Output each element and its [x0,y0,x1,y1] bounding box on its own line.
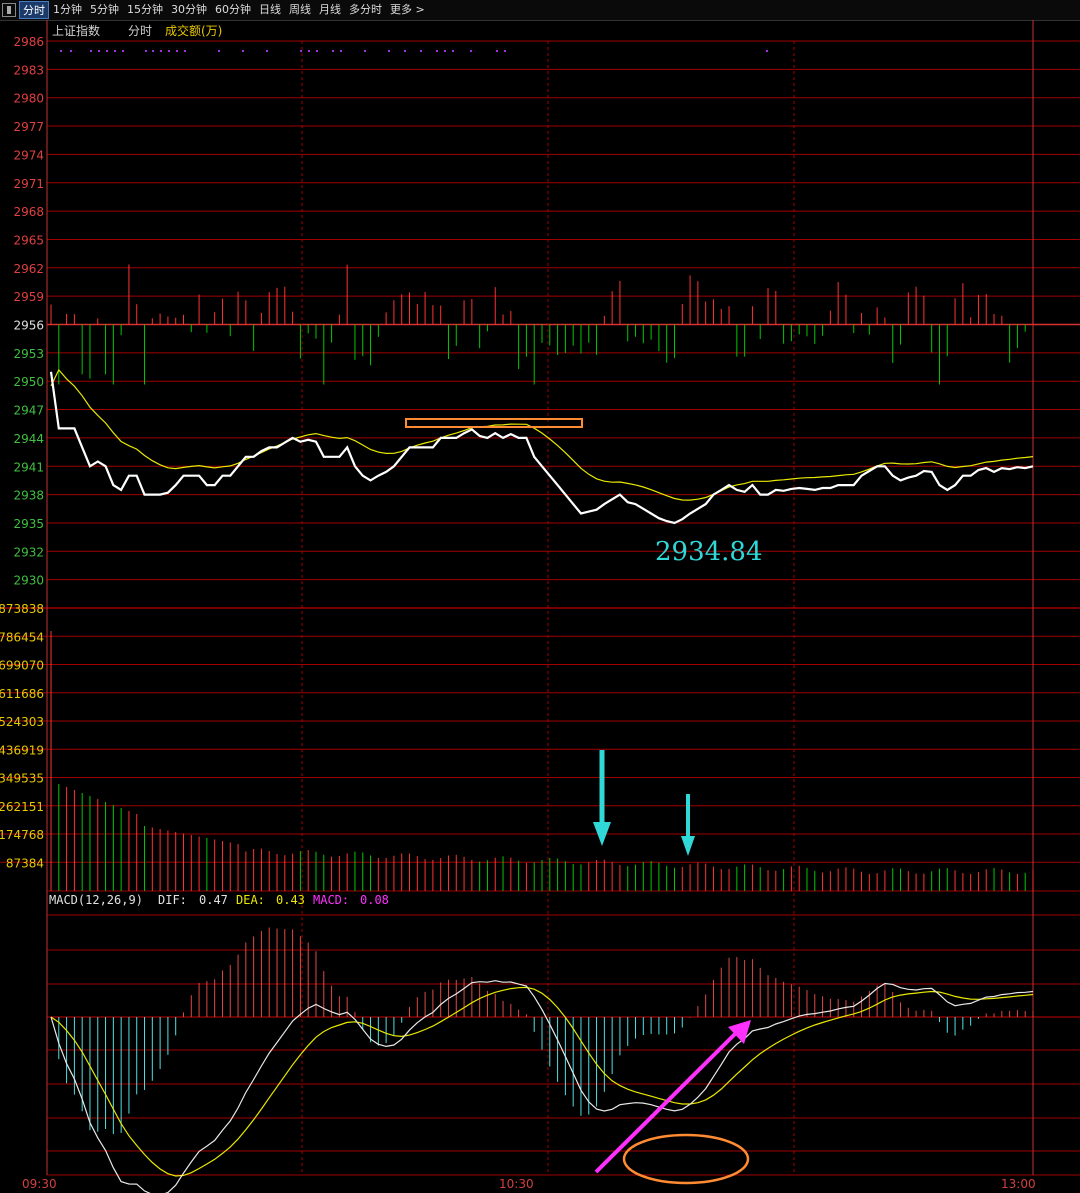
time-label-1300: 13:00 [1001,1177,1036,1191]
volume-bars [50,631,1034,891]
signal-dot [60,50,62,52]
price-tick: 2971 [13,177,44,191]
signal-dot [184,50,186,52]
time-label-1030: 10:30 [499,1177,534,1191]
signal-dot [122,50,124,52]
volume-arrow-1 [593,750,611,846]
volume-tick: 873838 [0,602,44,616]
average-price-line [50,368,1034,501]
macd-dif-value: 0.47 [199,893,228,907]
price-tick: 2980 [13,92,44,106]
chart-canvas: 上证指数 分时 成交额(万) 2986298329802977297429712… [0,20,1080,1193]
signal-dot [90,50,92,52]
price-tick: 2986 [13,35,44,49]
signal-dot [300,50,302,52]
dif-line [50,980,1034,1193]
signal-dot [504,50,506,52]
price-tick: 2935 [13,517,44,531]
price-tick: 2944 [13,432,44,446]
price-axis: 2986 2983 2980 2977 2974 2971 2968 2965 2962 2959… [13,35,44,588]
signal-dot [98,50,100,52]
volume-tick: 87384 [6,856,44,870]
signal-dot [420,50,422,52]
macd-trend-arrow [594,1020,751,1174]
signal-dot [218,50,220,52]
signal-dot [452,50,454,52]
price-tick: 2965 [13,233,44,247]
macd-params: MACD(12,26,9) [49,893,143,907]
price-tick: 2941 [13,460,44,474]
signal-dot [168,50,170,52]
price-tick: 2959 [13,290,44,304]
price-line [49,371,1034,525]
signal-dot [340,50,342,52]
price-tick: 2977 [13,120,44,134]
volume-tick: 786454 [0,630,44,644]
signal-dot [152,50,154,52]
signal-dot [436,50,438,52]
dea-line [50,986,1034,1177]
signal-dot [364,50,366,52]
signal-dot [145,50,147,52]
price-tick: 2962 [13,262,44,276]
signal-dot [114,50,116,52]
price-tick: 2930 [13,574,44,588]
price-tick: 2974 [13,148,44,162]
price-tick: 2968 [13,205,44,219]
price-tick: 2983 [13,63,44,77]
signal-dot [70,50,72,52]
signal-dot [444,50,446,52]
macd-divergence-circle [622,1133,750,1185]
volume-tick: 699070 [0,659,44,673]
macd-dea-value: 0.43 [276,893,305,907]
signal-dot [176,50,178,52]
volume-arrow-2 [681,794,695,856]
macd-macd-label: MACD: [313,893,349,907]
signal-dot [388,50,390,52]
signal-dot [766,50,768,52]
macd-dif-label: DIF: [158,893,187,907]
price-tick: 2956 [13,319,44,333]
price-tick: 2938 [13,489,44,503]
signal-dots [60,50,768,52]
signal-dot [242,50,244,52]
index-name: 上证指数 [52,23,100,38]
signal-dot [332,50,334,52]
volume-unit-label: 成交额(万) [165,23,222,38]
signal-dot [160,50,162,52]
chart-mode: 分时 [128,24,152,38]
volume-tick: 524303 [0,715,44,729]
volume-tick: 174768 [0,828,44,842]
volume-tick: 436919 [0,743,44,757]
signal-dot [404,50,406,52]
signal-dot [496,50,498,52]
time-label-open: 09:30 [22,1177,57,1191]
volume-tick: 262151 [0,800,44,814]
macd-macd-value: 0.08 [360,893,389,907]
grid-lines [0,20,1080,1176]
signal-dot [470,50,472,52]
volume-axis: 873838 786454 699070 611686 524303 436919 3495… [0,602,44,870]
signal-dot [316,50,318,52]
macd-bars [58,927,1034,1135]
price-tick: 2932 [13,545,44,559]
volume-tick: 349535 [0,772,44,786]
signal-dot [266,50,268,52]
price-tick: 2947 [13,404,44,418]
signal-dot [106,50,108,52]
price-tick: 2950 [13,375,44,389]
signal-dot [308,50,310,52]
volume-tick: 611686 [0,687,44,701]
price-tick: 2953 [13,347,44,361]
macd-dea-label: DEA: [236,893,265,907]
low-price-annotation: 2934.84 [655,537,763,567]
